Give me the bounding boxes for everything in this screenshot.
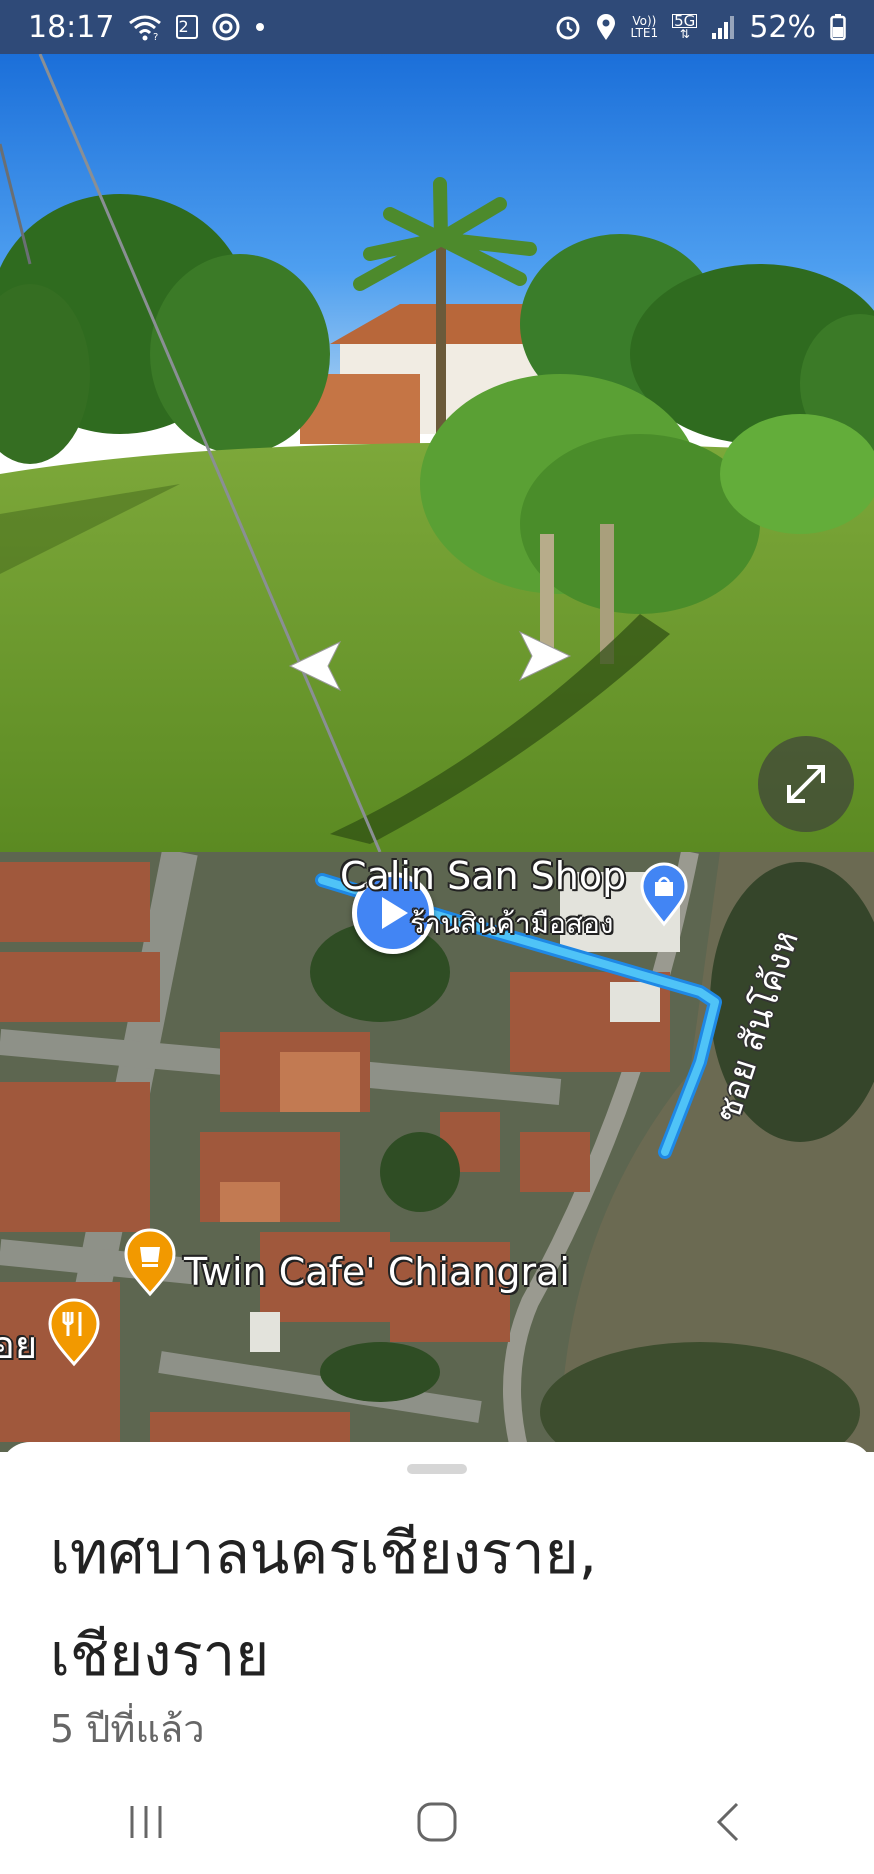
status-bar-left: 18:17 ? 2	[28, 10, 266, 45]
alarm-icon	[555, 13, 581, 41]
network-type-label: 5G	[672, 12, 698, 30]
capture-date: 5 ปีที่แล้ว	[50, 1707, 205, 1751]
wifi-icon: ?	[128, 13, 162, 41]
cafe-label[interactable]: Twin Cafe' Chiangrai	[184, 1250, 570, 1294]
status-bar-right: Vo)) LTE1 5G ⇅ 52%	[555, 10, 846, 45]
shop-subtitle-label: ร้านสินค้ามือสอง	[410, 907, 614, 940]
location-icon	[595, 13, 617, 41]
5g-icon: 5G ⇅	[672, 12, 698, 41]
notification-badge-icon: 2	[176, 15, 199, 39]
sheet-drag-handle[interactable]	[407, 1464, 467, 1474]
status-bar: 18:17 ? 2 Vo)) LTE1 5G ⇅ 52%	[0, 0, 874, 54]
play-icon	[382, 897, 408, 929]
dot-icon	[254, 21, 266, 33]
restaurant-label[interactable]: อย	[0, 1314, 37, 1375]
street-view-image[interactable]	[0, 54, 874, 852]
recents-button[interactable]	[86, 1782, 206, 1862]
home-icon	[417, 1802, 457, 1842]
back-button[interactable]	[668, 1782, 788, 1862]
place-title: เทศบาลนครเชียงราย, เชียงราย	[50, 1519, 598, 1689]
expand-icon	[787, 765, 825, 803]
volte-icon: Vo)) LTE1	[631, 15, 659, 39]
back-icon	[717, 1802, 739, 1842]
shop-label[interactable]: Calin San Shop	[340, 854, 626, 898]
chrome-icon	[212, 13, 240, 41]
recents-icon	[130, 1806, 162, 1838]
battery-percent: 52%	[749, 9, 816, 45]
battery-icon	[830, 13, 846, 41]
street-view-panorama[interactable]	[0, 54, 874, 852]
signal-icon	[711, 14, 735, 40]
lte-label: LTE1	[630, 26, 659, 40]
system-nav-bar	[0, 1770, 874, 1874]
home-button[interactable]	[377, 1782, 497, 1862]
svg-text:?: ?	[153, 32, 158, 41]
satellite-map[interactable]: Calin San Shop ร้านสินค้ามือสอง Twin Caf…	[0, 852, 874, 1452]
status-time: 18:17	[28, 9, 115, 45]
expand-button[interactable]	[758, 736, 854, 832]
